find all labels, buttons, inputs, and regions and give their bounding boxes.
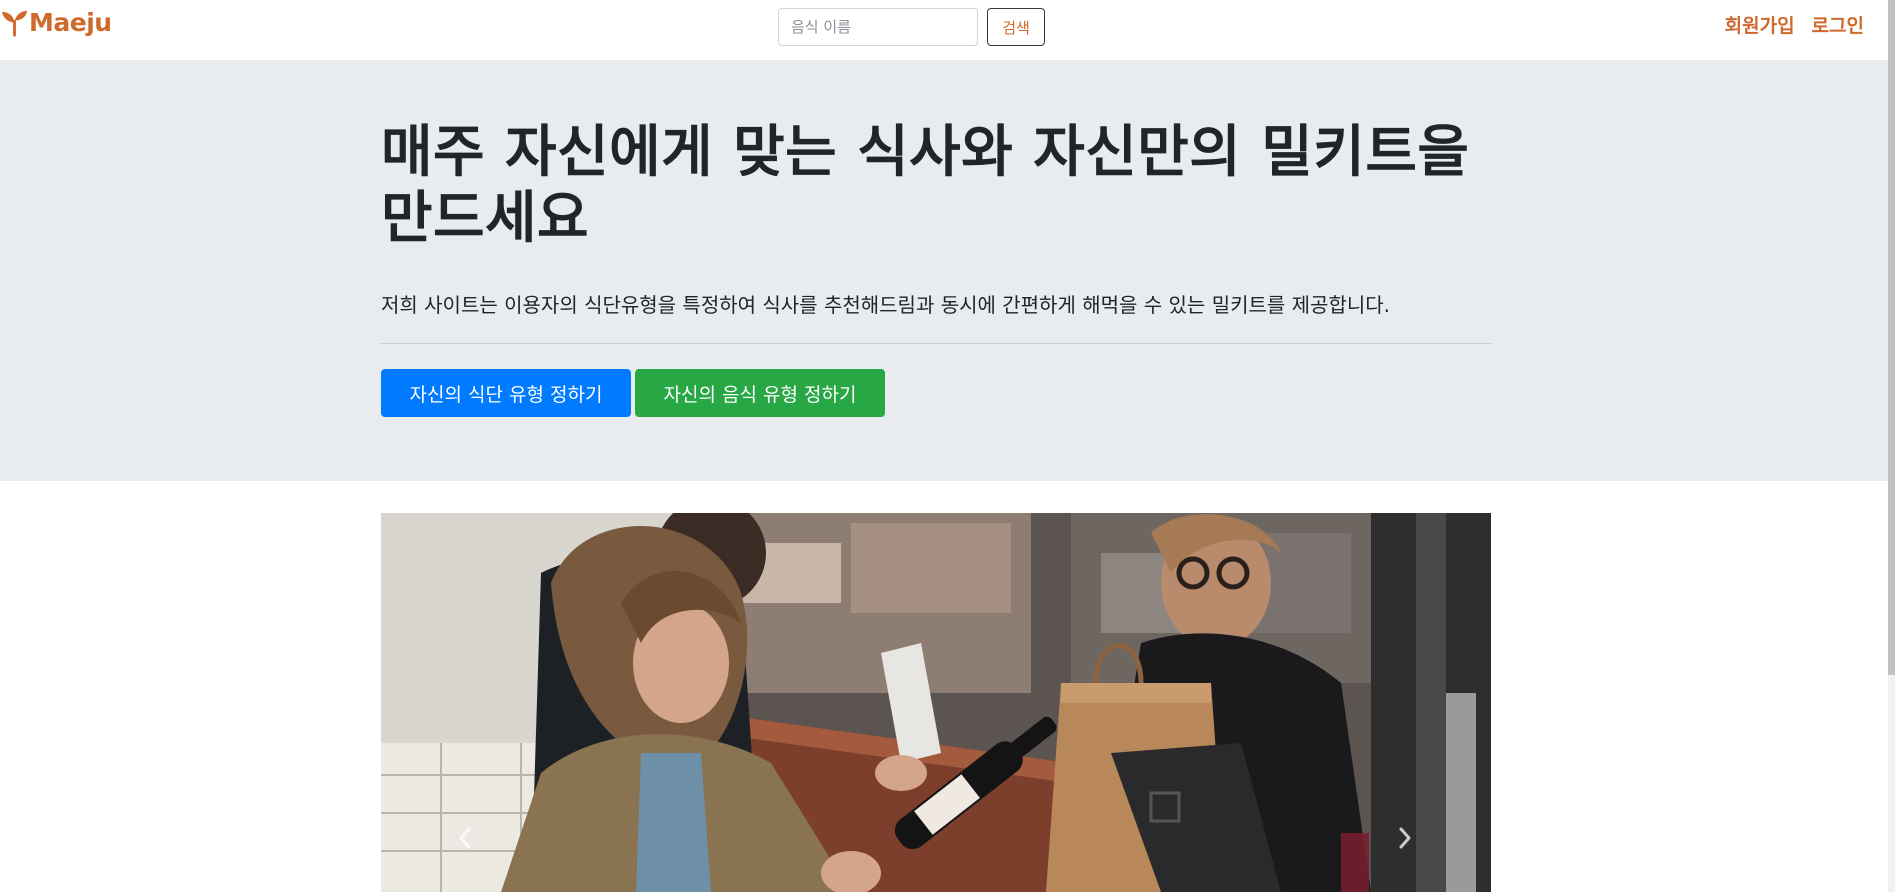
signup-link[interactable]: 회원가입 — [1725, 11, 1795, 38]
hero-jumbotron: 매주 자신에게 맞는 식사와 자신만의 밀키트을 만드세요 저희 사이트는 이용… — [0, 60, 1888, 481]
brand-link[interactable]: Maeju — [0, 8, 112, 37]
search-button[interactable]: 검색 — [987, 8, 1045, 46]
search-input[interactable] — [778, 8, 978, 46]
scrollbar-thumb[interactable] — [1888, 0, 1895, 675]
carousel-next-button[interactable] — [1385, 813, 1425, 863]
hero-heading: 매주 자신에게 맞는 식사와 자신만의 밀키트을 만드세요 — [381, 120, 1470, 251]
hero-divider — [381, 343, 1491, 344]
search-form: 검색 — [778, 8, 1045, 46]
image-carousel — [381, 513, 1491, 892]
chevron-right-icon — [1399, 827, 1411, 849]
hero-buttons: 자신의 식단 유형 정하기 자신의 음식 유형 정하기 — [381, 369, 885, 417]
hero-lead: 저희 사이트는 이용자의 식단유형을 특정하여 식사를 추천해드림과 동시에 간… — [381, 293, 1391, 317]
page-scrollbar[interactable] — [1888, 0, 1895, 892]
sprout-icon — [1, 10, 28, 37]
nav-links: 회원가입 로그인 — [1725, 11, 1864, 38]
login-link[interactable]: 로그인 — [1812, 11, 1864, 38]
carousel-prev-button[interactable] — [445, 813, 485, 863]
chevron-left-icon — [459, 827, 471, 849]
navbar: Maeju 검색 회원가입 로그인 — [0, 0, 1888, 60]
page: Maeju 검색 회원가입 로그인 매주 자신에게 맞는 식사와 자신만의 밀키… — [0, 0, 1895, 892]
food-type-button[interactable]: 자신의 음식 유형 정하기 — [635, 369, 885, 417]
diet-type-button[interactable]: 자신의 식단 유형 정하기 — [381, 369, 631, 417]
carousel-slide-image — [381, 513, 1491, 892]
brand-name: Maeju — [29, 8, 112, 37]
